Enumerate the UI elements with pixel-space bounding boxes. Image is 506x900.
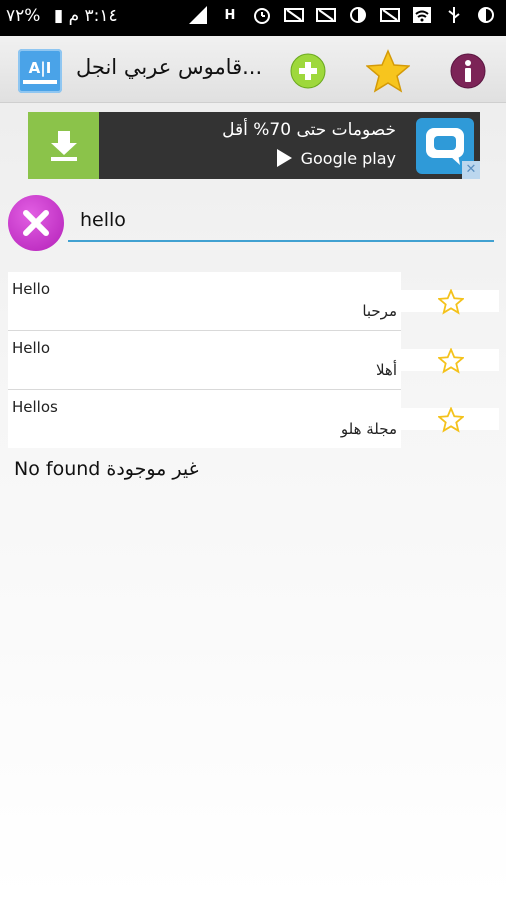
- app-logo: A|I: [18, 49, 62, 93]
- screenshot-off-icon: [316, 5, 336, 25]
- close-icon: [23, 210, 49, 236]
- app-logo-text: A|I: [28, 58, 52, 77]
- usb-icon: [444, 5, 464, 25]
- signal-icon: [188, 5, 208, 25]
- app-logo-bar: [23, 79, 57, 84]
- result-english: Hello: [12, 339, 51, 357]
- status-time: ٣:١٤ م: [68, 6, 118, 26]
- result-arabic: مرحبا: [362, 302, 397, 320]
- screenshot-off-icon: [284, 5, 304, 25]
- info-icon: [450, 53, 486, 89]
- plus-circle-icon: [290, 53, 326, 89]
- ad-banner[interactable]: خصومات حتى 70% أقل Google play ✕: [28, 112, 480, 179]
- half-circle-icon: [476, 5, 496, 25]
- download-icon: [50, 130, 77, 161]
- result-english: Hellos: [12, 398, 58, 416]
- result-row[interactable]: Hellos مجلة هلو: [8, 390, 401, 448]
- star-outline-icon: [438, 407, 464, 433]
- ad-download-button[interactable]: [28, 112, 99, 179]
- alarm-icon: [252, 5, 272, 25]
- result-row[interactable]: Hello أهلا: [8, 331, 401, 390]
- favorite-star-button[interactable]: [437, 347, 465, 375]
- result-arabic: أهلا: [375, 361, 397, 379]
- result-row[interactable]: Hello مرحبا: [8, 272, 401, 331]
- google-play-badge: Google play: [275, 148, 396, 168]
- play-icon: [276, 149, 292, 167]
- star-icon: [366, 49, 410, 93]
- ad-headline: خصومات حتى 70% أقل: [222, 120, 396, 140]
- star-outline-icon: [438, 348, 464, 374]
- app-title: قاموس عربي انجل...: [76, 55, 263, 79]
- half-circle-icon: [348, 5, 368, 25]
- status-time-battery: ٣:١٤ م ▮ %٧٢: [6, 6, 118, 26]
- google-play-label: Google play: [300, 148, 396, 168]
- result-arabic: مجلة هلو: [340, 420, 397, 438]
- clear-search-button[interactable]: [8, 195, 64, 251]
- battery-icon: ▮: [53, 6, 64, 26]
- wifi-icon: [412, 5, 432, 25]
- close-icon: ✕: [465, 162, 477, 177]
- favorite-star-button[interactable]: [437, 288, 465, 316]
- search-input[interactable]: [68, 200, 494, 242]
- star-outline-icon: [438, 289, 464, 315]
- action-bar: A|I قاموس عربي انجل...: [0, 36, 506, 103]
- favorite-star-button[interactable]: [437, 406, 465, 434]
- ad-close-button[interactable]: ✕: [462, 161, 480, 179]
- battery-percent: %٧٢: [6, 6, 41, 26]
- result-english: Hello: [12, 280, 51, 298]
- status-icons: H: [188, 5, 496, 25]
- screenshot-off-icon: [380, 5, 400, 25]
- add-button[interactable]: [286, 49, 330, 93]
- no-found-message: No found غير موجودة: [14, 458, 199, 480]
- network-h-icon: H: [224, 7, 236, 23]
- info-button[interactable]: [446, 49, 490, 93]
- status-bar: ٣:١٤ م ▮ %٧٢ H: [0, 0, 506, 36]
- favorites-button[interactable]: [366, 49, 410, 93]
- chat-bubble-icon: [426, 128, 464, 165]
